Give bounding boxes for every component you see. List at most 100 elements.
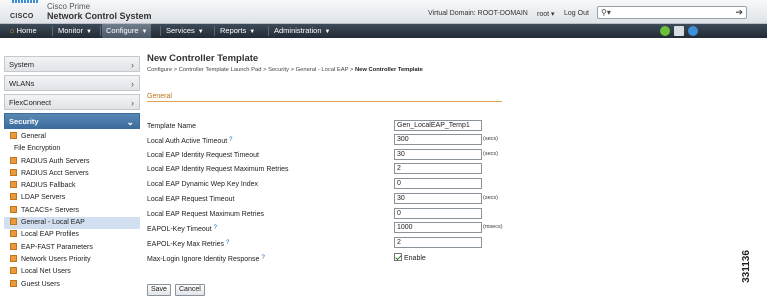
- eapol-key-timeout-input[interactable]: 1000: [394, 222, 482, 233]
- chevron-down-icon: ▼: [197, 29, 204, 35]
- sidebar-item-label: RADIUS Fallback: [21, 182, 76, 190]
- request-max-retries-input[interactable]: 0: [394, 208, 482, 219]
- nav-services[interactable]: Services ▼: [162, 24, 208, 38]
- eapol-key-max-retries-input[interactable]: 2: [394, 237, 482, 248]
- nav-label: Configure: [106, 26, 139, 35]
- sidebar-item-label: RADIUS Acct Servers: [21, 169, 89, 177]
- help-icon[interactable]: ?: [214, 225, 217, 231]
- breadcrumb-item[interactable]: Configure: [147, 67, 172, 73]
- template-icon: [10, 156, 17, 164]
- section-divider: [147, 101, 502, 102]
- clipboard-icon[interactable]: [674, 26, 684, 36]
- chevron-down-icon: ▾: [551, 11, 555, 18]
- nav-monitor[interactable]: Monitor ▼: [54, 24, 96, 38]
- template-icon: [10, 242, 17, 250]
- request-timeout-input[interactable]: 30: [394, 193, 482, 204]
- field-label: Local EAP Dynamic Wep Key Index: [147, 181, 259, 188]
- chevron-right-icon: ›: [131, 60, 134, 70]
- field-label: Local EAP Identity Request Maximum Retri…: [147, 166, 289, 173]
- nav-label: Reports: [220, 26, 247, 35]
- identity-request-timeout-input[interactable]: 30: [394, 149, 482, 160]
- sidebar-group-security[interactable]: Security ⌄: [4, 113, 140, 129]
- unit-label: (secs): [483, 195, 498, 201]
- sidebar-item-label: LDAP Servers: [21, 194, 66, 202]
- save-button[interactable]: Save: [147, 284, 171, 296]
- alarm-icon[interactable]: [660, 26, 670, 36]
- sidebar-item-network-users-priority[interactable]: Network Users Priority: [4, 254, 140, 266]
- cancel-button[interactable]: Cancel: [175, 284, 205, 296]
- sidebar-item-general-local-eap[interactable]: General - Local EAP: [4, 217, 140, 230]
- template-icon: [10, 254, 17, 262]
- user-menu[interactable]: root ▾: [537, 10, 555, 18]
- chevron-down-icon: ▼: [324, 29, 331, 35]
- sidebar-group-label: System: [9, 60, 35, 69]
- sidebar-item-radius-auth[interactable]: RADIUS Auth Servers: [4, 156, 140, 168]
- sidebar-group-wlans[interactable]: WLANs ›: [4, 75, 140, 91]
- sidebar-group-label: WLANs: [9, 79, 35, 88]
- nav-administration[interactable]: Administration ▼: [270, 24, 334, 38]
- nav-configure[interactable]: Configure ▼: [102, 24, 152, 38]
- checkbox-label: Enable: [404, 255, 426, 262]
- sidebar-group-label: FlexConnect: [9, 98, 52, 107]
- chevron-down-icon: ⌄: [126, 117, 134, 127]
- template-icon: [10, 205, 17, 213]
- help-icon[interactable]: [688, 26, 698, 36]
- sidebar-item-label: Local EAP Profiles: [21, 231, 79, 239]
- local-auth-active-timeout-input[interactable]: 300: [394, 134, 482, 145]
- breadcrumb-item[interactable]: Security: [268, 67, 289, 73]
- sidebar-item-label: EAP-FAST Parameters: [21, 243, 93, 251]
- help-icon[interactable]: ?: [226, 240, 229, 246]
- template-name-input[interactable]: Gen_LocalEAP_Temp1: [394, 120, 482, 131]
- chevron-down-icon: ▼: [86, 29, 92, 35]
- sidebar-item-label: General: [21, 133, 46, 140]
- chevron-down-icon: ▼: [141, 29, 148, 35]
- logout-link[interactable]: Log Out: [564, 10, 589, 17]
- nav-label: Home: [16, 26, 37, 35]
- nav-home[interactable]: ⌂ Home: [6, 24, 41, 38]
- field-label: Max-Login Ignore Identity Response?: [147, 255, 265, 263]
- help-icon[interactable]: ?: [229, 137, 232, 143]
- search-icon[interactable]: ⚲▾: [601, 8, 611, 17]
- field-label: Template Name: [147, 123, 197, 130]
- search-input[interactable]: ⚲▾ ➔: [597, 6, 747, 19]
- sidebar-item-radius-acct[interactable]: RADIUS Acct Servers: [4, 168, 140, 180]
- sidebar-item-eap-fast[interactable]: EAP-FAST Parameters: [4, 242, 140, 254]
- sidebar-item-radius-fallback[interactable]: RADIUS Fallback: [4, 180, 140, 192]
- breadcrumb-item[interactable]: General - Local EAP: [296, 67, 349, 73]
- sidebar-group-system[interactable]: System ›: [4, 56, 140, 72]
- sidebar-item-guest-users[interactable]: Guest Users: [4, 279, 140, 291]
- go-arrow-icon[interactable]: ➔: [735, 7, 743, 18]
- template-icon: [10, 132, 17, 139]
- checkbox-checked-icon[interactable]: [394, 253, 402, 261]
- sidebar-item-label: RADIUS Auth Servers: [21, 157, 90, 165]
- breadcrumb: Configure > Controller Template Launch P…: [147, 67, 423, 73]
- figure-number: 331136: [740, 250, 752, 283]
- unit-label: (secs): [483, 136, 498, 142]
- breadcrumb-current: New Controller Template: [355, 67, 423, 73]
- sidebar-item-local-net-users[interactable]: Local Net Users: [4, 266, 140, 278]
- sidebar-item-ldap[interactable]: LDAP Servers: [4, 192, 140, 204]
- home-icon: ⌂: [10, 26, 15, 35]
- template-icon: [10, 193, 17, 201]
- sidebar-item-tacacs[interactable]: TACACS+ Servers: [4, 205, 140, 217]
- sidebar-item-file-encryption[interactable]: File Encryption: [4, 143, 140, 155]
- template-icon: [10, 168, 17, 176]
- sidebar-item-general[interactable]: General: [4, 131, 140, 143]
- dynamic-wep-key-index-input[interactable]: 0: [394, 178, 482, 189]
- max-login-ignore-checkbox[interactable]: Enable: [394, 253, 426, 262]
- field-label: Local EAP Request Timeout: [147, 196, 235, 203]
- user-name: root: [537, 11, 550, 18]
- cisco-wordmark: CISCO: [10, 13, 34, 20]
- product-line: Cisco Prime: [47, 2, 91, 11]
- sidebar-item-local-eap-profiles[interactable]: Local EAP Profiles: [4, 229, 140, 241]
- identity-request-max-retries-input[interactable]: 2: [394, 163, 482, 174]
- field-label: EAPOL-Key Timeout?: [147, 225, 217, 233]
- sidebar-group-label: Security: [9, 117, 39, 126]
- breadcrumb-item[interactable]: Controller Template Launch Pad: [179, 67, 262, 73]
- unit-label: (secs): [483, 151, 498, 157]
- chevron-right-icon: ›: [131, 79, 134, 89]
- template-icon: [10, 279, 17, 287]
- help-icon[interactable]: ?: [261, 255, 264, 261]
- nav-reports[interactable]: Reports ▼: [216, 24, 259, 38]
- sidebar-group-flexconnect[interactable]: FlexConnect ›: [4, 94, 140, 110]
